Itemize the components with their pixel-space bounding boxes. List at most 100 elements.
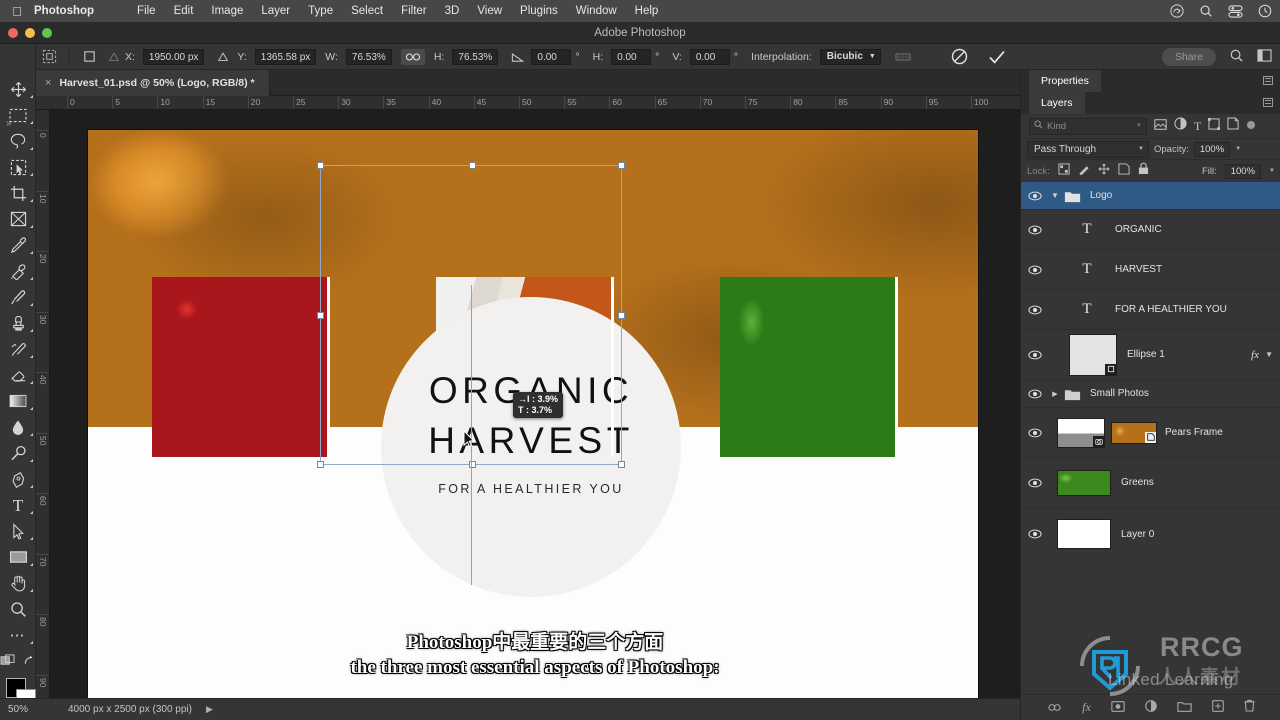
pen-tool[interactable] — [0, 466, 36, 492]
tab-properties[interactable]: Properties — [1029, 70, 1101, 92]
y-position-group[interactable]: Y: 1365.58 px — [237, 48, 317, 65]
layer-name[interactable]: HARVEST — [1115, 264, 1162, 275]
new-adjustment-layer-icon[interactable] — [1145, 699, 1157, 717]
layer-name[interactable]: FOR A HEALTHIER YOU — [1115, 304, 1227, 315]
layer-row-harvest[interactable]: T HARVEST — [1021, 250, 1280, 290]
lasso-tool[interactable] — [0, 128, 36, 154]
h-input[interactable]: 76.53% — [452, 48, 499, 65]
layer-row-ellipse-1[interactable]: Ellipse 1 fx ▼ — [1021, 330, 1280, 380]
add-layer-mask-icon[interactable] — [1111, 699, 1125, 717]
tab-layers[interactable]: Layers — [1029, 92, 1085, 114]
rectangle-tool[interactable] — [0, 544, 36, 570]
path-selection-tool[interactable] — [0, 518, 36, 544]
layer-row-layer-0[interactable]: Layer 0 — [1021, 508, 1280, 560]
transform-handle-mr[interactable] — [618, 312, 625, 319]
layer-visibility-toggle[interactable] — [1021, 265, 1049, 275]
rotate-group[interactable]: 0.00 ° — [531, 48, 583, 65]
skew-v-input[interactable]: 0.00 — [689, 48, 730, 65]
layer-visibility-toggle[interactable] — [1021, 350, 1049, 360]
interpolation-select[interactable]: Bicubic ▼ — [819, 48, 881, 65]
blend-mode-select[interactable]: Pass Through ▼ — [1027, 140, 1149, 158]
chain-link-icon[interactable] — [400, 48, 425, 65]
edit-toolbar-button[interactable]: ⋯ — [0, 622, 36, 648]
hand-tool[interactable] — [0, 570, 36, 596]
rectangular-marquee-tool[interactable] — [0, 102, 36, 128]
eyedropper-tool[interactable] — [0, 232, 36, 258]
angle-icon[interactable] — [507, 51, 527, 63]
layer-thumbnail[interactable] — [1111, 421, 1157, 444]
crop-tool[interactable] — [0, 180, 36, 206]
search-icon[interactable] — [1199, 4, 1213, 18]
transform-handle-ml[interactable] — [317, 312, 324, 319]
horizontal-ruler[interactable]: 0 5 10 15 20 25 30 35 40 45 50 55 60 65 70 75 80 85 90 95 10… — [36, 96, 1020, 110]
creative-cloud-icon[interactable] — [1170, 4, 1184, 18]
search-icon[interactable] — [1229, 48, 1244, 66]
chevron-down-icon[interactable]: ▼ — [1269, 168, 1275, 174]
dodge-tool[interactable] — [0, 440, 36, 466]
layer-row-greens[interactable]: Greens — [1021, 458, 1280, 508]
layer-name[interactable]: Greens — [1121, 477, 1154, 488]
delta-icon[interactable] — [213, 51, 233, 63]
menu-window[interactable]: Window — [567, 5, 626, 17]
object-selection-tool[interactable] — [0, 154, 36, 180]
clone-stamp-tool[interactable] — [0, 310, 36, 336]
delta-toggle-icon[interactable] — [103, 51, 125, 63]
transform-handle-tl[interactable] — [317, 162, 324, 169]
panel-menu-icon[interactable] — [1263, 98, 1273, 107]
layer-row-organic[interactable]: T ORGANIC — [1021, 210, 1280, 250]
close-tab-icon[interactable]: × — [45, 77, 51, 89]
layer-name[interactable]: ORGANIC — [1115, 224, 1162, 235]
share-button[interactable]: Share — [1161, 47, 1216, 66]
group-expand-icon[interactable]: ▼ — [1049, 191, 1061, 200]
opacity-value[interactable]: 100% — [1193, 141, 1231, 157]
menu-3d[interactable]: 3D — [436, 5, 469, 17]
layer-kind-filter[interactable]: Kind ▼ — [1029, 117, 1147, 135]
x-input[interactable]: 1950.00 px — [142, 48, 205, 65]
menu-layer[interactable]: Layer — [252, 5, 299, 17]
layer-thumbnail[interactable] — [1069, 333, 1117, 376]
layer-row-tagline[interactable]: T FOR A HEALTHIER YOU — [1021, 290, 1280, 330]
layer-name[interactable]: Pears Frame — [1165, 427, 1223, 438]
group-expand-icon[interactable]: ▶ — [1049, 390, 1061, 398]
zoom-tool[interactable] — [0, 596, 36, 622]
warp-icon[interactable] — [890, 50, 916, 64]
quick-mask-icon[interactable] — [0, 653, 15, 667]
clock-icon[interactable] — [1258, 4, 1272, 18]
lock-image-pixels-icon[interactable] — [1078, 162, 1090, 180]
menu-filter[interactable]: Filter — [392, 5, 436, 17]
skew-v-group[interactable]: V: 0.00 ° — [672, 48, 742, 65]
menu-file[interactable]: File — [128, 5, 165, 17]
menu-plugins[interactable]: Plugins — [511, 5, 567, 17]
skew-h-input[interactable]: 0.00 — [611, 48, 652, 65]
chevron-down-icon[interactable]: ▼ — [1235, 146, 1241, 152]
peppers-photo[interactable] — [720, 277, 895, 457]
shape-filter-icon[interactable] — [1208, 117, 1221, 135]
workspace-switcher-icon[interactable] — [1257, 48, 1272, 65]
layer-thumbnail[interactable] — [1057, 469, 1111, 496]
pixel-filter-icon[interactable] — [1154, 117, 1167, 135]
menu-help[interactable]: Help — [626, 5, 668, 17]
width-group[interactable]: W: 76.53% — [325, 48, 392, 65]
layers-list[interactable]: ▼ Logo T ORGANIC T HARVEST T FOR A HEALT… — [1021, 182, 1280, 702]
blur-tool[interactable] — [0, 414, 36, 440]
menu-type[interactable]: Type — [299, 5, 342, 17]
lock-position-icon[interactable] — [1098, 162, 1110, 180]
vertical-ruler[interactable]: 0 10 20 30 40 50 60 70 80 90 — [36, 110, 50, 698]
document-tab-harvest[interactable]: × Harvest_01.psd @ 50% (Logo, RGB/8) * — [36, 70, 270, 96]
layer-row-logo[interactable]: ▼ Logo — [1021, 182, 1280, 210]
layer-thumbnail[interactable] — [1057, 519, 1111, 549]
menu-view[interactable]: View — [468, 5, 511, 17]
zoom-level-value[interactable]: 50% — [0, 704, 56, 715]
layer-row-pears-frame[interactable]: Pears Frame — [1021, 408, 1280, 458]
type-filter-icon[interactable]: T — [1194, 119, 1201, 134]
app-name-label[interactable]: Photoshop — [34, 5, 94, 17]
lock-artboard-icon[interactable] — [1118, 162, 1130, 180]
x-position-group[interactable]: X: 1950.00 px — [125, 48, 205, 65]
move-tool[interactable] — [0, 76, 36, 102]
cancel-transform-icon[interactable] — [940, 48, 980, 65]
add-layer-style-icon[interactable]: fx — [1082, 700, 1091, 715]
tool-preset-icon[interactable] — [34, 49, 64, 64]
new-layer-icon[interactable] — [1212, 699, 1224, 717]
layer-mask-thumbnail[interactable] — [1057, 417, 1105, 448]
layer-visibility-toggle[interactable] — [1021, 428, 1049, 438]
